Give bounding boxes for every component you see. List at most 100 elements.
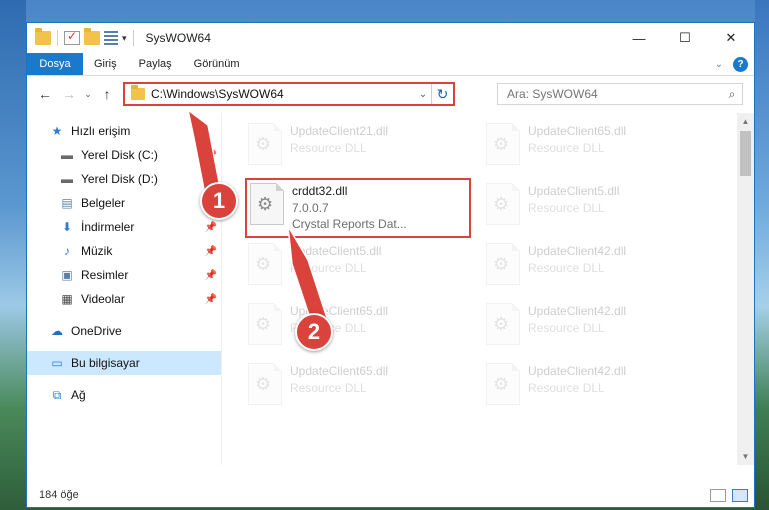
explorer-window: ▾ SysWOW64 — ☐ ✕ Dosya Giriş Paylaş Görü… <box>26 22 755 508</box>
file-item[interactable]: UpdateClient42.dll Resource DLL <box>480 239 702 295</box>
file-description: Resource DLL <box>290 381 367 395</box>
dll-file-icon <box>248 363 282 405</box>
nav-item-label: Yerel Disk (D:) <box>81 172 158 186</box>
file-item[interactable]: UpdateClient5.dll Resource DLL <box>242 239 464 295</box>
minimize-button[interactable]: — <box>616 23 662 53</box>
nav-item-local-disk-d[interactable]: ▬ Yerel Disk (D:) 📌 <box>27 167 221 191</box>
dll-file-icon <box>486 123 520 165</box>
customize-toolbar-icon[interactable]: ▾ <box>122 33 127 44</box>
file-item[interactable]: UpdateClient21.dll Resource DLL <box>242 119 464 175</box>
ribbon-right: ⌄ ? <box>715 53 754 75</box>
nav-item-label: OneDrive <box>71 324 122 338</box>
nav-item-label: Bu bilgisayar <box>71 356 140 370</box>
address-bar[interactable]: C:\Windows\SysWOW64 ⌄ ↻ <box>123 82 455 106</box>
address-dropdown-icon[interactable]: ⌄ <box>415 89 431 100</box>
nav-item-local-disk-c[interactable]: ▬ Yerel Disk (C:) 📌 <box>27 143 221 167</box>
scroll-thumb[interactable] <box>740 131 751 176</box>
nav-item-label: Resimler <box>81 268 129 282</box>
search-icon[interactable]: ⌕ <box>722 87 742 102</box>
title-bar: ▾ SysWOW64 — ☐ ✕ <box>27 23 754 53</box>
folder-icon <box>131 85 145 100</box>
dll-file-icon <box>486 243 520 285</box>
search-input[interactable] <box>507 87 722 101</box>
tab-view[interactable]: Görünüm <box>183 53 251 75</box>
tiles-view-icon[interactable] <box>732 488 748 502</box>
properties-check-icon[interactable] <box>64 29 80 45</box>
forward-button[interactable]: → <box>57 82 81 106</box>
dll-file-icon <box>248 303 282 345</box>
maximize-button[interactable]: ☐ <box>662 23 708 53</box>
file-description: Resource DLL <box>528 381 605 395</box>
file-item[interactable]: UpdateClient42.dll Resource DLL <box>480 359 702 415</box>
scroll-down-icon[interactable]: ▼ <box>737 448 754 465</box>
scroll-up-icon[interactable]: ▲ <box>737 113 754 130</box>
tab-home[interactable]: Giriş <box>83 53 128 75</box>
nav-item-pictures[interactable]: ▣ Resimler 📌 <box>27 263 221 287</box>
tab-file[interactable]: Dosya <box>27 53 83 75</box>
file-description: Resource DLL <box>528 201 605 215</box>
navigation-pane: ★ Hızlı erişim ▬ Yerel Disk (C:) 📌 ▬ Yer… <box>27 113 222 465</box>
file-name: UpdateClient42.dll <box>528 364 627 378</box>
back-button[interactable]: ← <box>33 82 57 106</box>
file-item[interactable]: UpdateClient5.dll Resource DLL <box>480 179 702 235</box>
file-name: UpdateClient21.dll <box>290 124 389 138</box>
status-bar: 184 öğe <box>27 483 754 507</box>
nav-item-onedrive[interactable]: ☁ OneDrive <box>27 319 221 343</box>
nav-item-label: Yerel Disk (C:) <box>81 148 158 162</box>
videos-icon: ▦ <box>61 292 73 306</box>
nav-item-documents[interactable]: ▤ Belgeler 📌 <box>27 191 221 215</box>
file-description: Resource DLL <box>528 141 605 155</box>
file-item[interactable]: UpdateClient65.dll Resource DLL <box>242 359 464 415</box>
tab-share[interactable]: Paylaş <box>128 53 183 75</box>
dll-file-icon <box>486 363 520 405</box>
file-name: UpdateClient65.dll <box>290 364 389 378</box>
nav-item-network[interactable]: ⧉ Ağ <box>27 383 221 407</box>
callout-2: 2 <box>295 313 333 351</box>
nav-item-music[interactable]: ♪ Müzik 📌 <box>27 239 221 263</box>
folder-icon[interactable] <box>35 28 51 45</box>
file-item[interactable]: UpdateClient65.dllResource DLL <box>480 119 702 175</box>
cloud-icon: ☁ <box>51 324 63 338</box>
nav-item-quick-access[interactable]: ★ Hızlı erişim <box>27 119 221 143</box>
nav-item-this-pc[interactable]: ▭ Bu bilgisayar <box>27 351 221 375</box>
separator <box>132 30 134 46</box>
refresh-button[interactable]: ↻ <box>431 84 453 104</box>
file-item[interactable]: UpdateClient65.dllResource DLL <box>242 299 464 355</box>
nav-item-label: Belgeler <box>81 196 126 210</box>
nav-item-label: Hızlı erişim <box>71 124 131 138</box>
search-box[interactable]: ⌕ <box>497 83 743 105</box>
pictures-icon: ▣ <box>61 268 73 282</box>
pin-icon[interactable]: 📌 <box>205 294 217 305</box>
documents-icon: ▤ <box>61 196 73 210</box>
properties-list-icon[interactable] <box>104 31 118 45</box>
download-icon: ⬇ <box>61 220 73 234</box>
item-count: 184 öğe <box>39 489 79 501</box>
vertical-scrollbar[interactable]: ▲ ▼ <box>737 113 754 465</box>
up-button[interactable]: ↑ <box>95 82 119 106</box>
help-icon[interactable]: ? <box>733 56 748 72</box>
file-name: UpdateClient42.dll <box>528 304 627 318</box>
file-name: UpdateClient5.dll <box>528 184 620 198</box>
nav-item-label: İndirmeler <box>81 220 135 234</box>
nav-item-videos[interactable]: ▦ Videolar 📌 <box>27 287 221 311</box>
new-folder-icon[interactable] <box>84 28 100 45</box>
dll-file-icon <box>248 123 282 165</box>
file-highlight-box <box>245 178 471 238</box>
close-button[interactable]: ✕ <box>708 23 754 53</box>
details-view-icon[interactable] <box>710 488 726 502</box>
nav-item-label: Videolar <box>81 292 125 306</box>
pin-icon[interactable]: 📌 <box>205 246 217 257</box>
separator <box>57 30 58 46</box>
file-description: Resource DLL <box>290 261 367 275</box>
quick-access-toolbar: ▾ <box>27 28 136 46</box>
address-path[interactable]: C:\Windows\SysWOW64 <box>151 87 415 101</box>
nav-item-downloads[interactable]: ⬇ İndirmeler 📌 <box>27 215 221 239</box>
dll-file-icon <box>248 243 282 285</box>
expand-ribbon-icon[interactable]: ⌄ <box>715 59 723 70</box>
file-item[interactable]: UpdateClient42.dll Resource DLL <box>480 299 702 355</box>
recent-locations-button[interactable]: ⌄ <box>81 82 95 106</box>
pin-icon[interactable]: 📌 <box>205 150 217 161</box>
file-list: UpdateClient21.dll Resource DLL UpdateCli… <box>222 113 754 465</box>
pin-icon[interactable]: 📌 <box>205 222 217 233</box>
pin-icon[interactable]: 📌 <box>205 270 217 281</box>
